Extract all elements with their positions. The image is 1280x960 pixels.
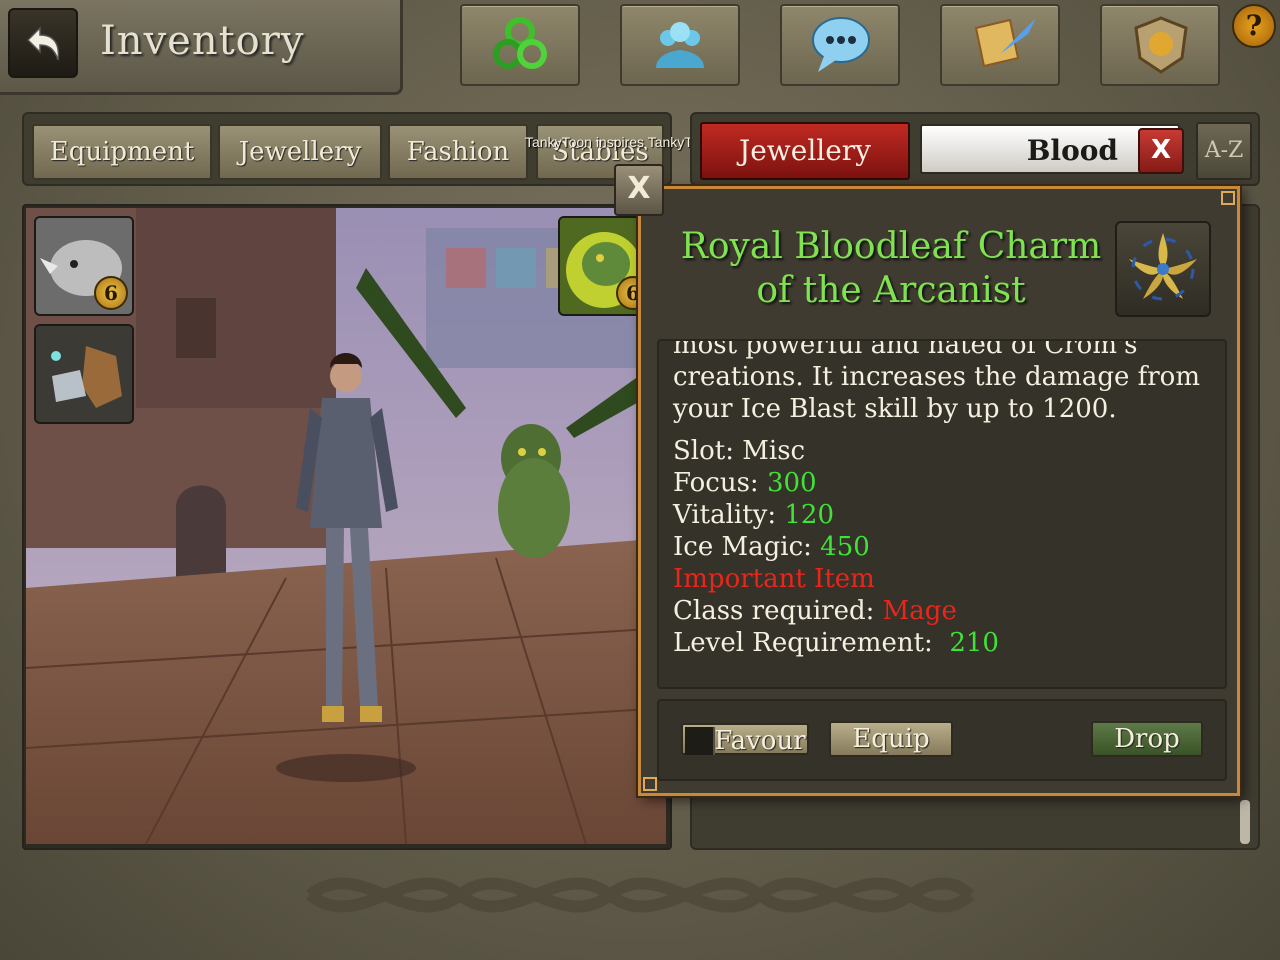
back-arrow-icon (26, 26, 60, 61)
gloves-slot[interactable] (34, 324, 134, 424)
item-description: most powerful and hated of Crom's creati… (673, 339, 1200, 424)
stat-value: Mage (882, 596, 957, 626)
level-badge: 6 (94, 276, 128, 310)
help-button[interactable]: ? (1232, 4, 1276, 48)
favour-checkbox[interactable] (685, 727, 715, 755)
quests-icon (974, 18, 1036, 68)
category-filter-button[interactable]: Jewellery (700, 122, 910, 180)
stat-label: Ice Magic: (673, 532, 821, 562)
quests-button[interactable] (940, 4, 1060, 86)
stat-value: 300 (766, 468, 817, 498)
back-button[interactable] (8, 8, 78, 78)
equip-button[interactable]: Equip (829, 721, 953, 757)
charm-icon (1129, 233, 1197, 301)
stat-label: Class required: (673, 596, 883, 626)
social-icon (656, 22, 704, 68)
close-popup-button[interactable]: X (614, 164, 664, 216)
chat-button[interactable] (780, 4, 900, 86)
popup-corner (1221, 191, 1235, 205)
stat-value: 120 (784, 500, 835, 530)
mount-slot[interactable]: 6 (34, 216, 134, 316)
celtic-knot-ornament (306, 877, 975, 913)
item-name: Royal Bloodleaf Charm of the Arcanist (680, 226, 1102, 311)
skills-icon (493, 17, 547, 69)
stat-level-requirement: Level Requirement: 210 (673, 627, 1213, 659)
popup-corner (643, 777, 657, 791)
tab-jewellery[interactable]: Jewellery (218, 124, 382, 180)
stat-value: 450 (820, 532, 870, 562)
list-scrollbar[interactable] (1240, 800, 1250, 844)
item-actions: Favour Equip Drop (657, 699, 1227, 781)
inspire-notice: TankyToon inspires TankyToon (525, 134, 715, 150)
tab-equipment[interactable]: Equipment (32, 124, 212, 180)
stat-label: Focus: (673, 468, 767, 498)
item-detail-popup: Royal Bloodleaf Charm of the Arcanist mo… (638, 186, 1240, 796)
item-stats: Slot: Misc Focus: 300 Vitality: 120 Ice … (673, 435, 1213, 659)
favour-label: Favour (714, 726, 806, 756)
important-item-label: Important Item (673, 564, 875, 594)
stat-slot: Slot: Misc (673, 436, 806, 466)
social-button[interactable] (620, 4, 740, 86)
stat-ice-magic: Ice Magic: 450 (673, 531, 1213, 563)
chat-icon (812, 17, 870, 72)
favour-button[interactable]: Favour (681, 723, 809, 756)
stat-focus: Focus: 300 (673, 467, 1213, 499)
stat-vitality: Vitality: 120 (673, 499, 1213, 531)
stat-label: Vitality: (673, 500, 785, 530)
header-panel: Inventory (0, 0, 403, 95)
item-icon-frame (1115, 221, 1211, 317)
stat-class-required: Class required: Mage (673, 595, 1213, 627)
filter-bar: Jewellery Blood X A-Z (690, 112, 1260, 186)
drop-button[interactable]: Drop (1091, 721, 1203, 757)
gloves-icon (36, 326, 132, 422)
sort-button[interactable]: A-Z (1196, 122, 1252, 180)
page-title: Inventory (100, 18, 305, 64)
item-description-panel[interactable]: most powerful and hated of Crom's creati… (657, 339, 1227, 689)
guild-button[interactable] (1100, 4, 1220, 86)
clear-search-button[interactable]: X (1138, 128, 1184, 174)
stat-label: Level Requirement: (673, 628, 950, 658)
pet-slot[interactable]: 6 (558, 216, 642, 316)
tab-fashion[interactable]: Fashion (388, 124, 528, 180)
skills-button[interactable] (460, 4, 580, 86)
guild-icon (1134, 16, 1188, 74)
stat-value: 210 (949, 628, 999, 658)
